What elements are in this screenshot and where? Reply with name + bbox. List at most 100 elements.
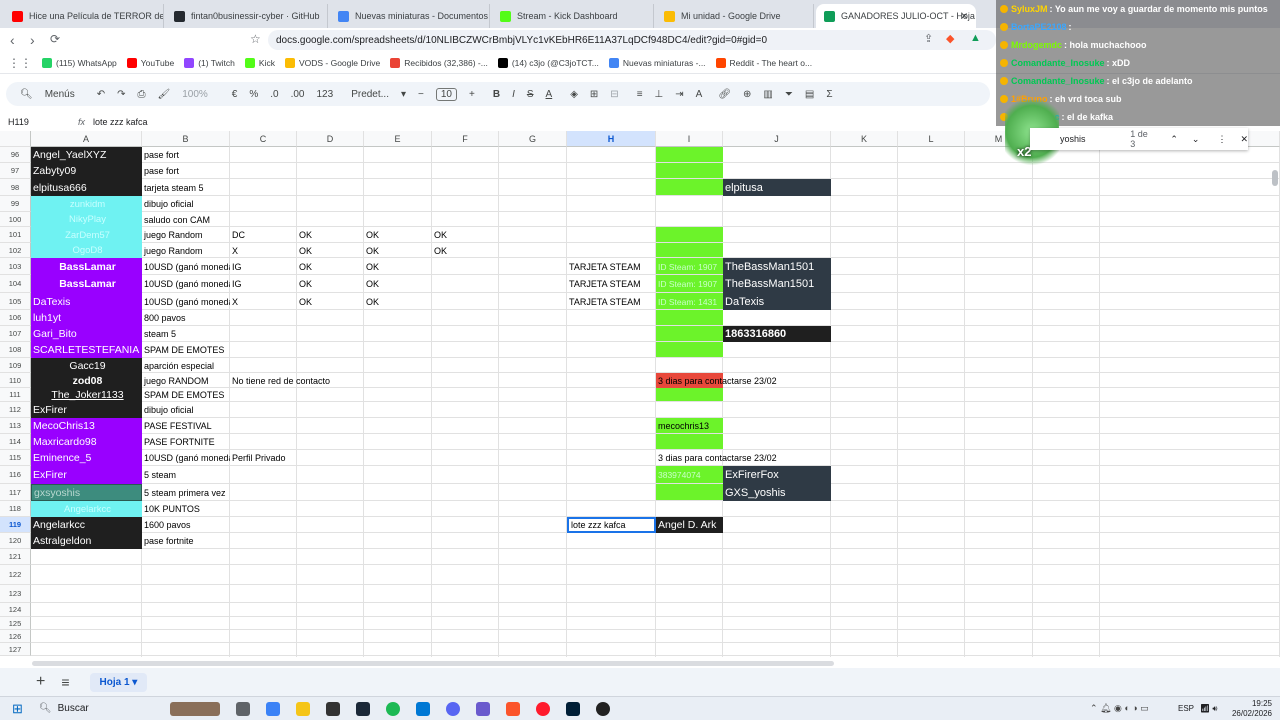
cell-a109[interactable]: Gacc19 xyxy=(31,358,142,373)
column-header[interactable]: K xyxy=(831,131,898,147)
cell-j104[interactable]: TheBassMan1501 xyxy=(723,275,831,293)
column-header[interactable]: B xyxy=(142,131,230,147)
cell-a117[interactable]: gxsyoshis xyxy=(31,484,142,501)
cell-f101[interactable]: OK xyxy=(432,227,499,243)
forward-icon[interactable]: › xyxy=(30,32,35,48)
cell-b111[interactable]: SPAM DE EMOTES xyxy=(142,388,230,402)
borders-icon[interactable]: ⊞ xyxy=(590,89,598,100)
vertical-scrollbar[interactable] xyxy=(1272,170,1278,186)
wifi-volume-icons[interactable]: 📶︎ 🔊︎ xyxy=(1200,704,1217,714)
row-header[interactable]: 120 xyxy=(0,533,31,549)
cell-a101[interactable]: ZarDem57 xyxy=(31,227,142,243)
cell-a106[interactable]: luh1yt xyxy=(31,310,142,326)
cell-b96[interactable]: pase fort xyxy=(142,147,230,163)
row-header[interactable]: 106 xyxy=(0,310,31,326)
cell-b118[interactable]: 10K PUNTOS xyxy=(142,501,230,517)
cell-d105[interactable]: OK xyxy=(297,293,364,310)
app-icon[interactable] xyxy=(475,701,490,716)
photoshop-icon[interactable] xyxy=(565,701,580,716)
row-header[interactable]: 113 xyxy=(0,418,31,434)
row-header[interactable]: 102 xyxy=(0,243,31,258)
steam-icon[interactable] xyxy=(355,701,370,716)
vertical-align-icon[interactable]: ⊥ xyxy=(655,89,664,100)
cell-j107[interactable]: 1863316860 xyxy=(723,326,831,342)
cell-c115[interactable]: Perfil Privado xyxy=(230,450,430,466)
find-options-icon[interactable]: ⋮ xyxy=(1217,134,1226,145)
cell-h104[interactable]: TARJETA STEAM xyxy=(567,275,656,293)
cell-a99[interactable]: zunkidm xyxy=(31,196,142,212)
add-sheet-icon[interactable]: + xyxy=(36,673,45,691)
cell-a105[interactable]: DaTexis xyxy=(31,293,142,310)
copilot-icon[interactable] xyxy=(265,701,280,716)
tab-close-icon[interactable]: ✕ xyxy=(960,11,968,22)
cell-a112[interactable]: ExFirer xyxy=(31,402,142,418)
increase-decimal-button[interactable]: .00 xyxy=(291,89,305,100)
row-header[interactable]: 105 xyxy=(0,293,31,310)
browser-tab[interactable]: Stream - Kick Dashboard xyxy=(492,4,654,28)
bookmark-item[interactable]: (115) WhatsApp xyxy=(42,57,117,68)
brave-shield-icon[interactable]: ◆ xyxy=(946,32,954,45)
zoom-select[interactable]: 100% xyxy=(182,89,208,100)
cell-d101[interactable]: OK xyxy=(297,227,364,243)
taskbar-search[interactable]: Buscar xyxy=(58,703,188,714)
cell-h105[interactable]: TARJETA STEAM xyxy=(567,293,656,310)
tray-icons[interactable]: ⌃ 🔔︎ ◉ ◐ ◑ ▭ xyxy=(1090,703,1149,714)
row-header[interactable]: 121 xyxy=(0,549,31,565)
undo-icon[interactable]: ↶ xyxy=(97,89,105,100)
row-header[interactable]: 108 xyxy=(0,342,31,358)
cell-e104[interactable]: OK xyxy=(364,275,432,293)
row-header[interactable]: 115 xyxy=(0,450,31,466)
row-header[interactable]: 116 xyxy=(0,466,31,484)
cell-b99[interactable]: dibujo oficial xyxy=(142,196,230,212)
cell-b104[interactable]: 10USD (ganó moneda) xyxy=(142,275,230,293)
cell-a96[interactable]: Angel_YaelXYZ xyxy=(31,147,142,163)
column-header[interactable]: D xyxy=(297,131,364,147)
browser-tab[interactable]: Nuevas miniaturas - Documentos de xyxy=(330,4,490,28)
cell-e105[interactable]: OK xyxy=(364,293,432,310)
back-icon[interactable]: ‹ xyxy=(10,32,15,48)
taskbar-search-icon[interactable]: 🔍︎ xyxy=(39,703,52,714)
row-header[interactable]: 126 xyxy=(0,630,31,643)
cell-d102[interactable]: OK xyxy=(297,243,364,258)
cell-a104[interactable]: BassLamar xyxy=(31,275,142,293)
url-field[interactable]: docs.google.com/spreadsheets/d/10NLIBCZW… xyxy=(268,30,996,50)
column-header[interactable]: J xyxy=(723,131,831,147)
file-explorer-icon[interactable] xyxy=(295,701,310,716)
strikethrough-icon[interactable]: S xyxy=(527,89,534,100)
cell-b115[interactable]: 10USD (ganó moneda) xyxy=(142,450,230,466)
cell-j103[interactable]: TheBassMan1501 xyxy=(723,258,831,275)
horizontal-scrollbar[interactable] xyxy=(32,661,834,666)
column-header[interactable]: H xyxy=(567,131,656,147)
cell-a98[interactable]: elpitusa666 xyxy=(31,179,142,196)
cell-j117[interactable]: GXS_yoshis xyxy=(723,484,831,501)
cell-a102[interactable]: OgoD8 xyxy=(31,243,142,258)
row-header[interactable]: 123 xyxy=(0,585,31,603)
cell-b103[interactable]: 10USD (ganó moneda) xyxy=(142,258,230,275)
row-header[interactable]: 114 xyxy=(0,434,31,450)
bookmark-item[interactable]: Nuevas miniaturas -... xyxy=(608,57,706,68)
cell-a108[interactable]: SCARLETESTEFANIA xyxy=(31,342,142,358)
column-header[interactable]: I xyxy=(656,131,723,147)
bold-icon[interactable]: B xyxy=(493,89,500,100)
bookmark-item[interactable]: Kick xyxy=(244,57,275,68)
column-header[interactable]: L xyxy=(898,131,965,147)
cell-a119[interactable]: Angelarkcc xyxy=(31,517,142,533)
cell-j98[interactable]: elpitusa xyxy=(723,179,831,196)
cell-c110[interactable]: No tiene red de contacto xyxy=(230,373,430,388)
cell-b114[interactable]: PASE FORTNITE xyxy=(142,434,230,450)
discord-icon[interactable] xyxy=(445,701,460,716)
all-sheets-icon[interactable]: ≡ xyxy=(61,674,69,690)
merge-cells-icon[interactable]: ⊟ xyxy=(610,89,618,100)
reload-icon[interactable]: ⟳ xyxy=(50,32,60,46)
cell-b97[interactable]: pase fort xyxy=(142,163,230,179)
cell-a120[interactable]: Astralgeldon xyxy=(31,533,142,549)
row-header[interactable]: 104 xyxy=(0,275,31,293)
row-header[interactable]: 99 xyxy=(0,196,31,212)
browser-tab[interactable]: Hice una Película de TERROR de $1 xyxy=(4,4,164,28)
comment-icon[interactable]: ⊕ xyxy=(743,89,751,100)
cell-c102[interactable]: X xyxy=(230,243,297,258)
row-header[interactable]: 96 xyxy=(0,147,31,163)
cell-b116[interactable]: 5 steam xyxy=(142,466,230,484)
cell-b117[interactable]: 5 steam primera vez xyxy=(142,484,230,501)
cell-i110[interactable]: 3 dias para contactarse 23/02 xyxy=(656,373,816,388)
